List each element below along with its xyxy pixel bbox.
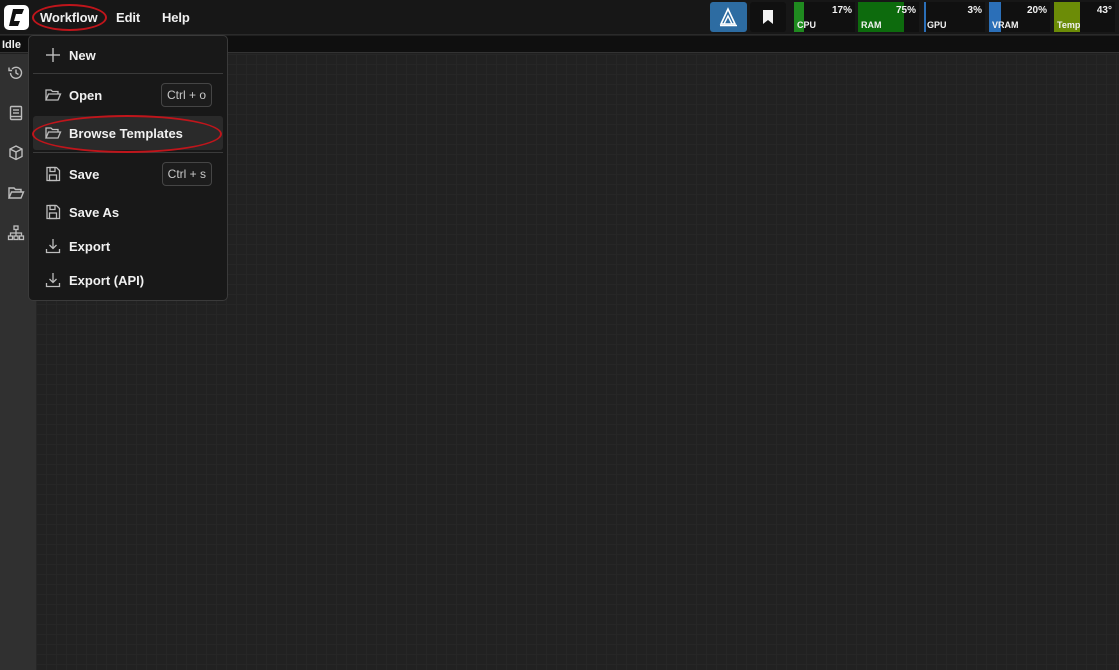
menu-item-label: Save (69, 167, 100, 182)
menu-item-export[interactable]: Export (33, 229, 223, 263)
cube-icon[interactable] (7, 144, 25, 162)
gpu-label: GPU (927, 20, 947, 30)
menu-item-label: New (69, 48, 96, 63)
bookmark-button[interactable] (750, 2, 786, 32)
workflow-dropdown-menu: New Open Ctrl + o Browse Templates Save … (28, 35, 228, 301)
menu-workflow[interactable]: Workflow (40, 10, 98, 25)
shortcut-badge: Ctrl + s (161, 162, 212, 186)
menu-help[interactable]: Help (162, 10, 190, 25)
cpu-monitor: 17% CPU (794, 2, 855, 32)
menu-item-save[interactable]: Save Ctrl + s (33, 157, 223, 191)
menu-edit[interactable]: Edit (116, 10, 140, 25)
folder-open-icon (44, 124, 62, 142)
gpu-monitor-bar (924, 2, 926, 32)
menu-item-browse-templates[interactable]: Browse Templates (33, 116, 223, 150)
temp-label: Temp (1057, 20, 1081, 30)
history-icon[interactable] (7, 64, 25, 82)
vram-monitor: 20% VRAM (989, 2, 1050, 32)
menu-item-save-as[interactable]: Save As (33, 195, 223, 229)
menu-divider (33, 73, 223, 74)
gpu-monitor: 3% GPU (924, 2, 985, 32)
folder-open-icon[interactable] (7, 184, 25, 202)
menu-item-label: Save As (69, 205, 120, 220)
menu-item-label: Export (69, 239, 111, 254)
download-icon (44, 271, 62, 289)
plus-icon (44, 46, 62, 64)
folder-open-icon (44, 86, 62, 104)
menu-item-label: Open (69, 88, 103, 103)
menu-item-label: Export (API) (69, 273, 145, 288)
save-icon (44, 203, 62, 221)
book-icon[interactable] (7, 104, 25, 122)
comfyui-logo-icon[interactable] (4, 5, 29, 30)
top-menubar: Workflow Edit Help 17% CPU 75% RAM 3% GP… (0, 0, 1119, 35)
menu-item-new[interactable]: New (33, 38, 223, 72)
queue-button[interactable] (710, 2, 747, 32)
queue-icon (719, 7, 737, 27)
cpu-value: 17% (831, 5, 852, 16)
menu-item-label: Browse Templates (69, 126, 183, 141)
ram-monitor: 75% RAM (858, 2, 919, 32)
ram-value: 75% (895, 5, 916, 16)
bookmark-icon (763, 10, 773, 24)
vram-label: VRAM (992, 20, 1019, 30)
temp-monitor: 43° Temp (1054, 2, 1115, 32)
menu-item-export-api[interactable]: Export (API) (33, 263, 223, 297)
gpu-value: 3% (967, 5, 982, 16)
save-icon (44, 165, 62, 183)
menu-item-open[interactable]: Open Ctrl + o (33, 78, 223, 112)
menu-divider (33, 152, 223, 153)
status-label: Idle (2, 39, 21, 51)
cpu-label: CPU (797, 20, 817, 30)
hierarchy-icon[interactable] (7, 224, 25, 242)
shortcut-badge: Ctrl + o (160, 83, 212, 107)
ram-label: RAM (861, 20, 882, 30)
download-icon (44, 237, 62, 255)
vram-value: 20% (1026, 5, 1047, 16)
temp-value: 43° (1096, 5, 1112, 16)
